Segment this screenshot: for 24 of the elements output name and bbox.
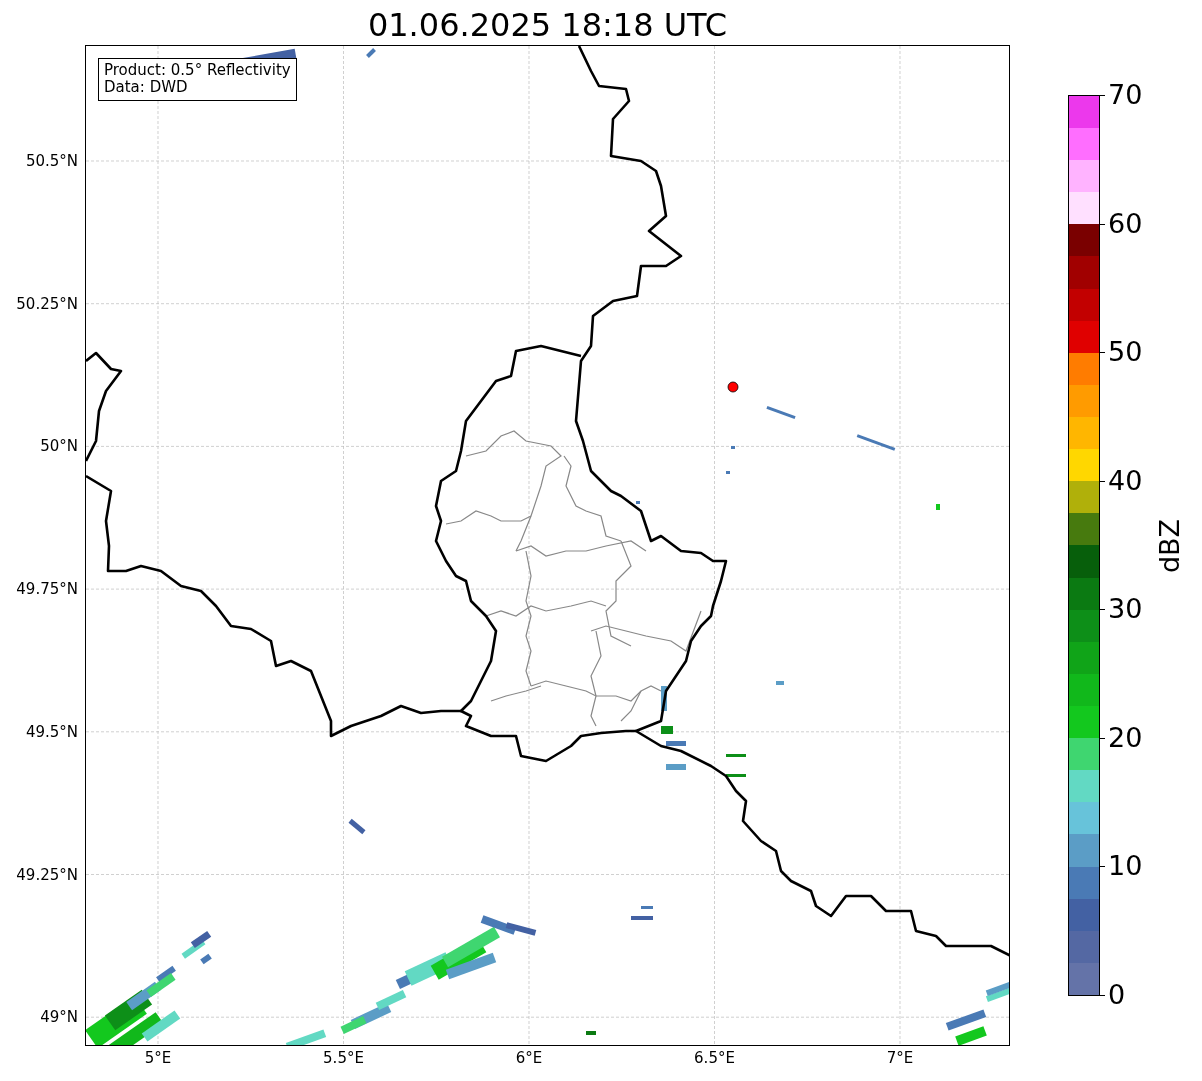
longitude-label: 6.5°E	[694, 1049, 735, 1067]
colorbar-tick-label: 40	[1108, 465, 1143, 496]
latitude-label: 49.75°N	[16, 580, 78, 599]
latitude-label: 49.5°N	[25, 722, 78, 741]
colorbar-tick-label: 60	[1108, 208, 1143, 239]
colorbar-tick-label: 0	[1108, 980, 1126, 1010]
colorbar-tick-label: 30	[1108, 594, 1143, 625]
colorbar-tick-label: 10	[1108, 851, 1143, 882]
info-text: Data: DWD	[104, 79, 189, 96]
latitude-label: 50.25°N	[16, 294, 78, 313]
info-text: Product: 0.5° Reflectivity	[104, 62, 291, 79]
colorbar-tick-label: 20	[1108, 722, 1143, 753]
colorbar-tick-label: 70	[1108, 80, 1143, 110]
longitude-label: 5°E	[144, 1049, 172, 1067]
longitude-label: 6°E	[515, 1049, 543, 1067]
latitude-label: 50.5°N	[25, 152, 78, 170]
latitude-label: 49.25°N	[16, 865, 78, 884]
longitude-label: 5.5°E	[323, 1049, 364, 1067]
chart-title: 01.06.2025 18:18 UTC	[367, 6, 728, 45]
colorbar-tick-label: 50	[1108, 337, 1143, 368]
latitude-label: 50°N	[40, 437, 78, 456]
colorbar-label: dBZ	[1155, 518, 1185, 573]
latitude-label: 49°N	[40, 1008, 78, 1027]
longitude-label: 7°E	[886, 1049, 914, 1067]
